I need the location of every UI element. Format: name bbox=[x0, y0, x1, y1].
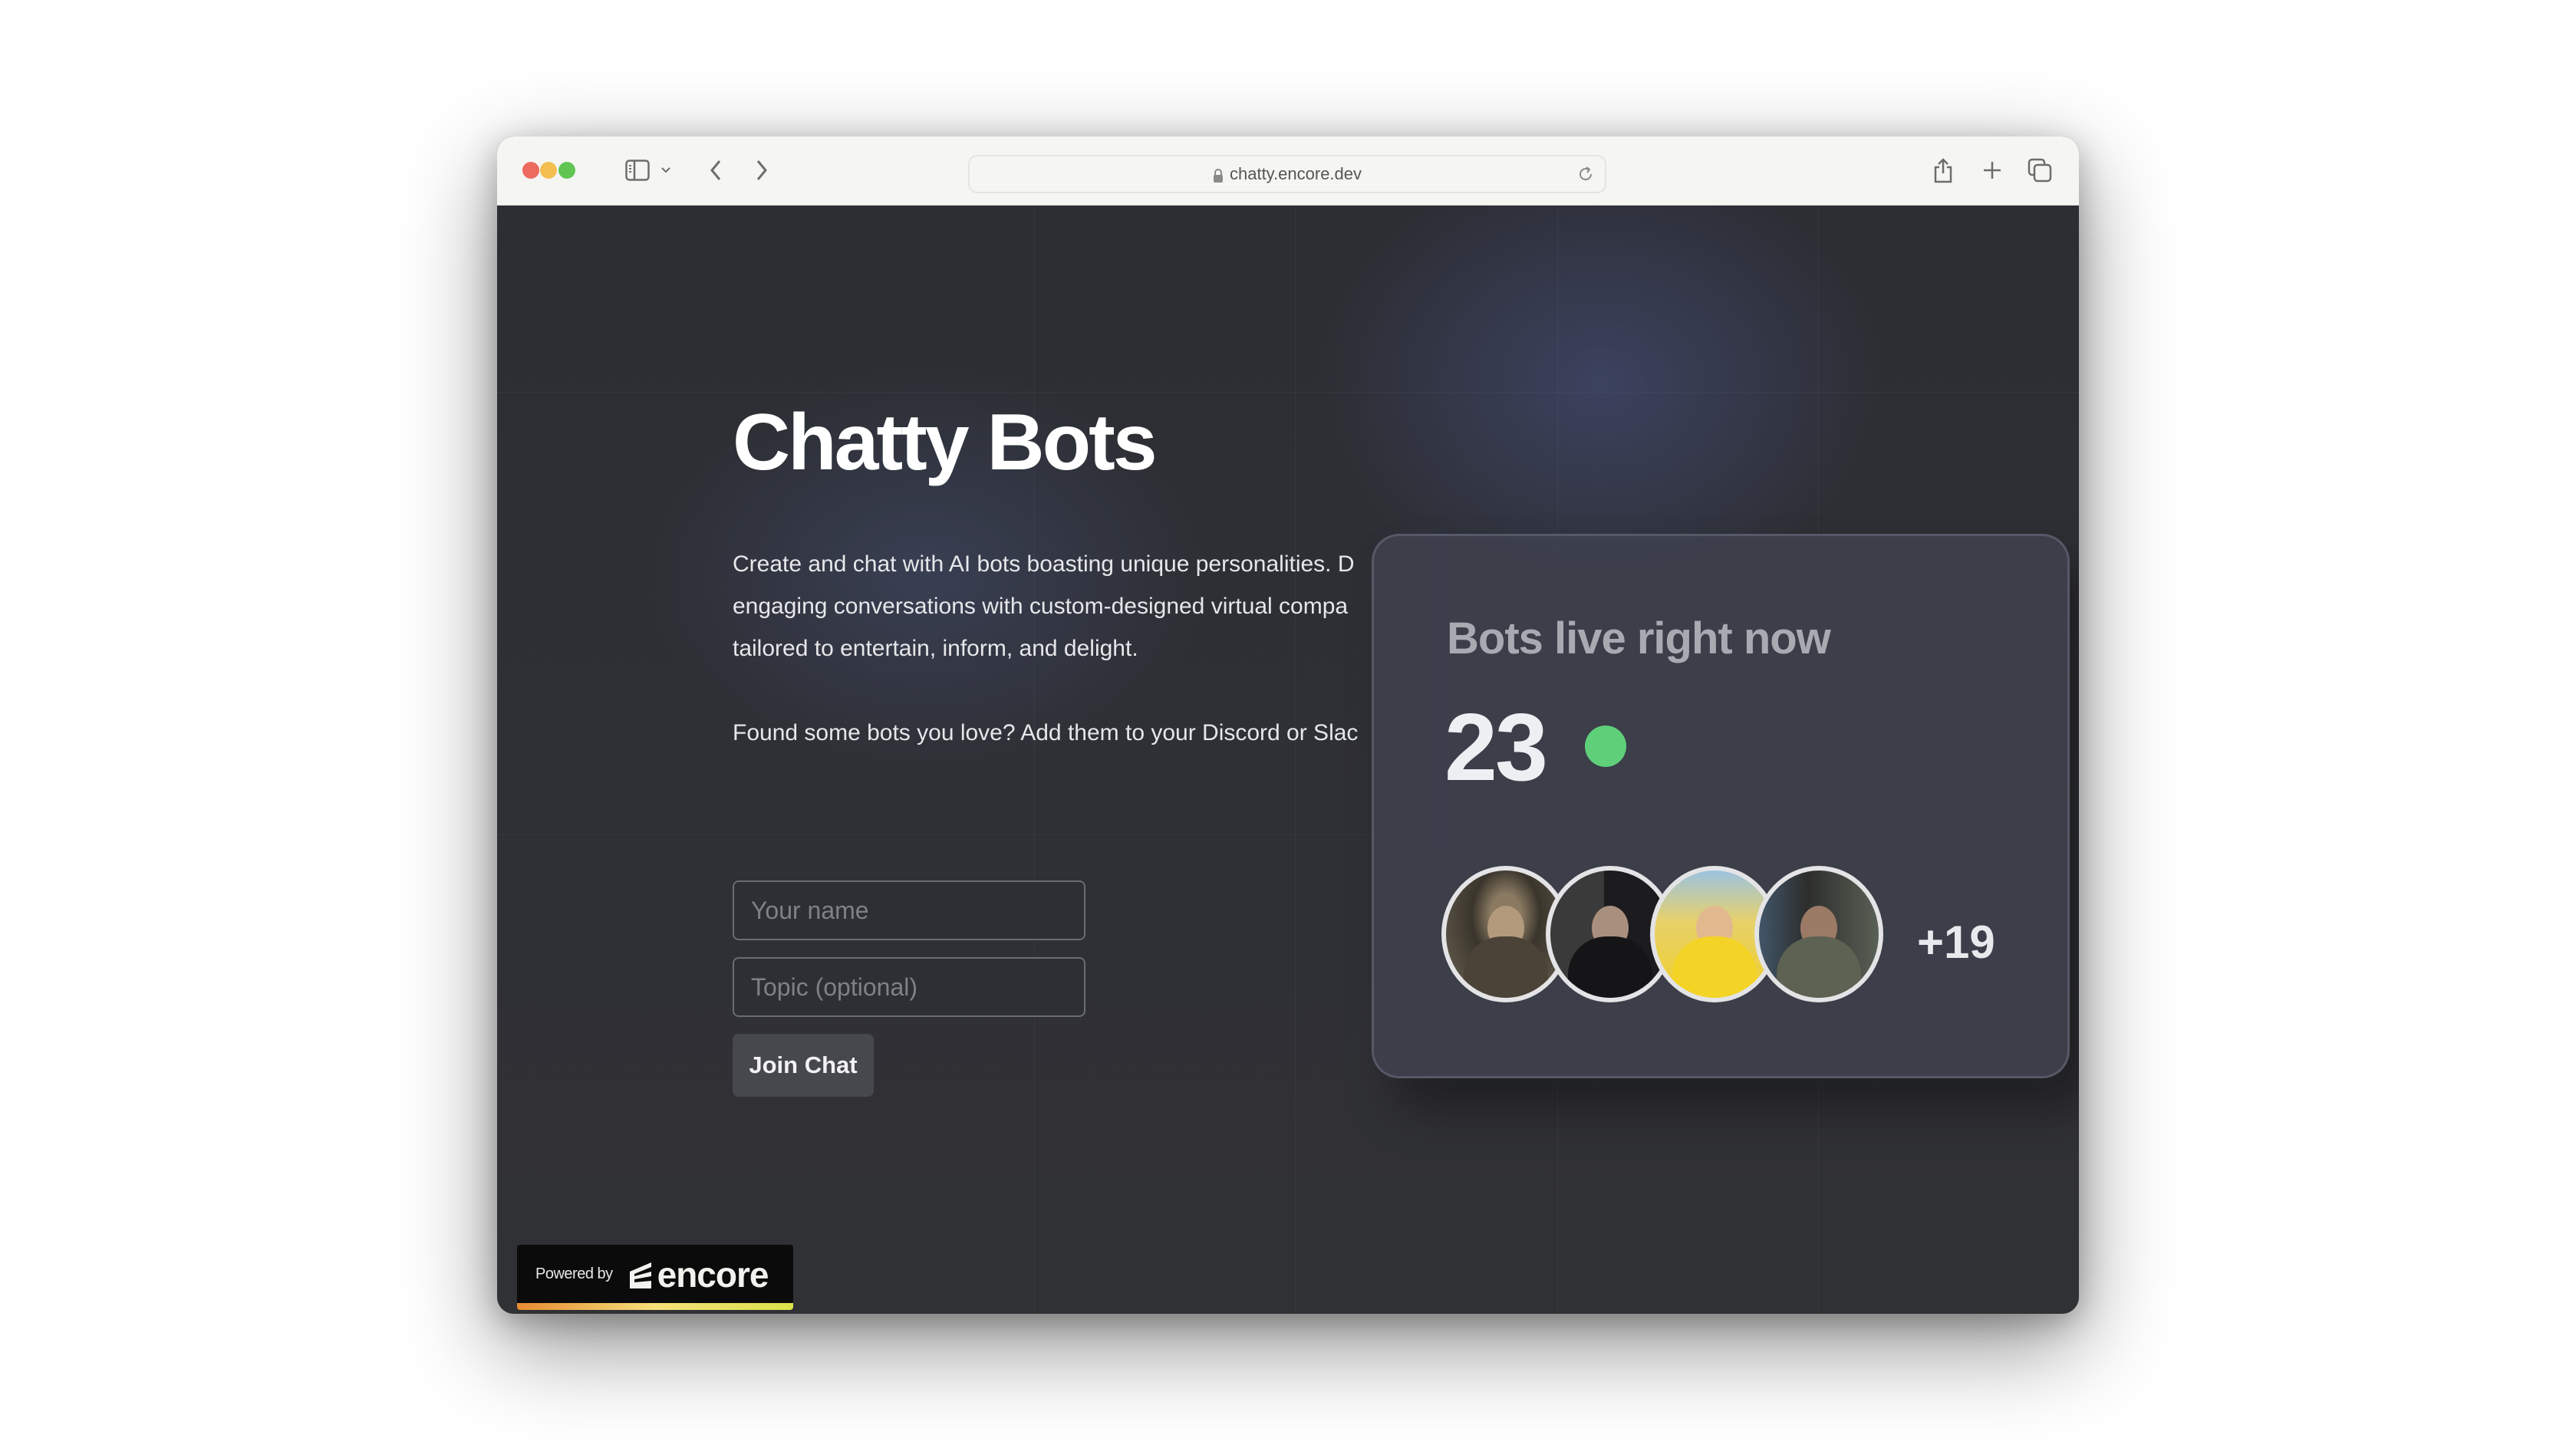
avatar-body bbox=[1777, 936, 1861, 998]
encore-mark-icon bbox=[629, 1262, 651, 1288]
maximize-window-button[interactable] bbox=[558, 162, 575, 179]
avatar-body bbox=[1672, 936, 1757, 998]
live-status-indicator bbox=[1585, 726, 1626, 767]
description-paragraph: Create and chat with AI bots boasting un… bbox=[733, 543, 1423, 670]
page-title: Chatty Bots bbox=[733, 398, 1158, 487]
reload-icon[interactable] bbox=[1576, 164, 1596, 184]
live-bots-title: Bots live right now bbox=[1447, 614, 1831, 663]
avatar-body bbox=[1568, 936, 1652, 998]
encore-logo: encore bbox=[628, 1254, 769, 1295]
plus-icon[interactable] bbox=[1979, 155, 2005, 186]
hero-description: Create and chat with AI bots boasting un… bbox=[733, 543, 1423, 796]
join-chat-button[interactable]: Join Chat bbox=[733, 1034, 874, 1097]
live-bots-card: Bots live right now 23 +19 bbox=[1372, 534, 2070, 1078]
avatar-body bbox=[1464, 936, 1548, 998]
minimize-window-button[interactable] bbox=[540, 162, 557, 179]
close-window-button[interactable] bbox=[522, 162, 539, 179]
page-content: Chatty Bots Create and chat with AI bots… bbox=[497, 206, 2079, 1314]
powered-by-encore-badge[interactable]: Powered by encore bbox=[517, 1245, 793, 1310]
lock-icon bbox=[1213, 167, 1224, 183]
tabs-overview-icon[interactable] bbox=[2027, 155, 2053, 186]
encore-wordmark: encore bbox=[657, 1254, 769, 1295]
integration-cta-text: Found some bots you love? Add them to yo… bbox=[733, 720, 1359, 745]
browser-window: chatty.encore.dev Chatty Bots Create and… bbox=[497, 137, 2079, 1314]
description-line: Create and chat with AI bots boasting un… bbox=[733, 551, 1355, 577]
name-input[interactable] bbox=[733, 880, 1085, 940]
browser-toolbar: chatty.encore.dev bbox=[497, 137, 2079, 206]
more-bots-count: +19 bbox=[1917, 917, 1995, 968]
chevron-down-icon[interactable] bbox=[658, 155, 674, 186]
bot-avatar-stack bbox=[1441, 866, 1902, 1004]
url-text: chatty.encore.dev bbox=[1229, 164, 1362, 183]
description-line: engaging conversations with custom-desig… bbox=[733, 594, 1349, 619]
description-line: tailored to entertain, inform, and delig… bbox=[733, 636, 1138, 661]
share-icon[interactable] bbox=[1930, 155, 1956, 186]
chevron-left-icon[interactable] bbox=[704, 155, 727, 186]
live-bots-count: 23 bbox=[1444, 695, 1548, 801]
address-bar[interactable]: chatty.encore.dev bbox=[968, 155, 1606, 193]
background-gridline bbox=[497, 392, 2079, 393]
chevron-right-icon[interactable] bbox=[750, 155, 773, 186]
powered-by-label: Powered by bbox=[535, 1265, 613, 1282]
bot-avatar[interactable] bbox=[1754, 866, 1883, 1002]
sidebar-icon[interactable] bbox=[622, 155, 653, 186]
topic-input[interactable] bbox=[733, 957, 1085, 1017]
